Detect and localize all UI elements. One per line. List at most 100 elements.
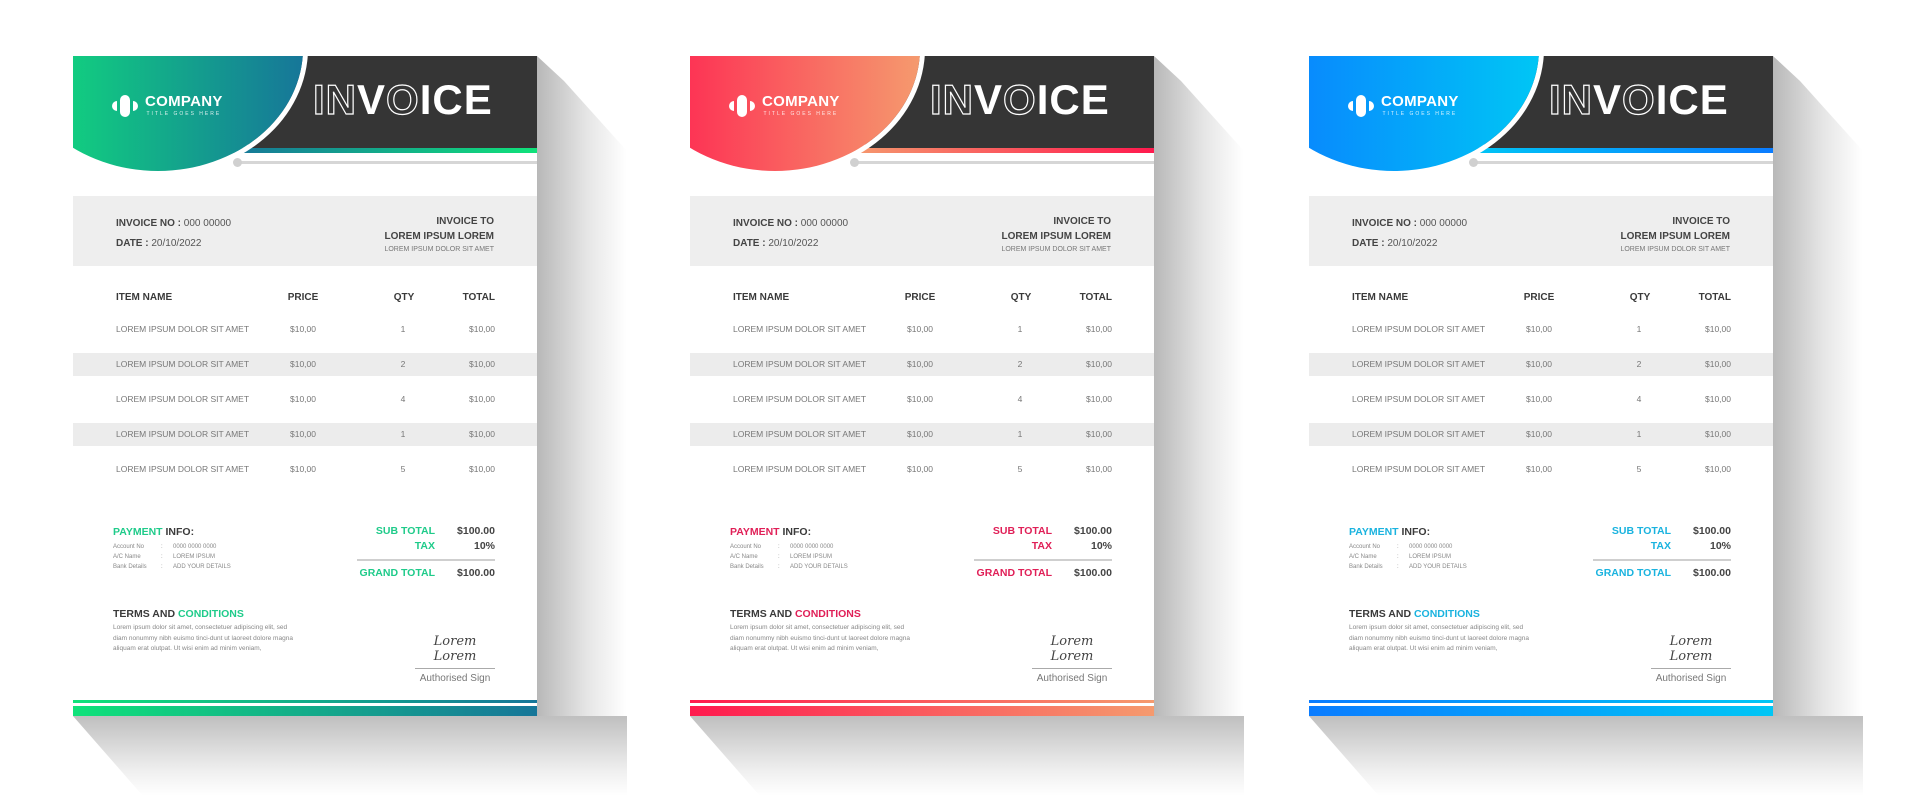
company-name: COMPANY	[1381, 93, 1459, 110]
table-row: LOREM IPSUM DOLOR SIT AMET $10,00 5 $10,00	[73, 458, 537, 481]
terms-title: TERMS AND CONDITIONS	[730, 608, 861, 620]
table-row: LOREM IPSUM DOLOR SIT AMET $10,00 1 $10,00	[690, 423, 1154, 446]
table-row: LOREM IPSUM DOLOR SIT AMET $10,00 2 $10,00	[1309, 353, 1773, 376]
sheet-shadow-right	[1773, 56, 1863, 716]
price-cell: $10,00	[907, 324, 933, 334]
totals-divider	[974, 559, 1112, 561]
items-table-body: LOREM IPSUM DOLOR SIT AMET $10,00 1 $10,00 L…	[690, 318, 1154, 493]
price-cell: $10,00	[1526, 359, 1552, 369]
signature-label: Authorised Sign	[1655, 673, 1727, 684]
table-row: LOREM IPSUM DOLOR SIT AMET $10,00 5 $10,00	[1309, 458, 1773, 481]
invoice-number: INVOICE NO : 000 00000	[1352, 218, 1468, 229]
invoice-sheet-red: COMPANY TITLE GOES HERE INVOICE INVOICE …	[690, 56, 1244, 796]
invoice-number: INVOICE NO : 000 00000	[733, 218, 849, 229]
total-cell: $10,00	[1705, 394, 1731, 404]
total-cell: $10,00	[1705, 359, 1731, 369]
tax-row: TAX 10%	[1031, 540, 1112, 552]
qty-cell: 2	[400, 359, 406, 369]
total-cell: $10,00	[469, 359, 495, 369]
invoice-to-label: INVOICE TO	[1672, 216, 1730, 227]
price-cell: $10,00	[907, 464, 933, 474]
title-outline-part: IN	[1548, 76, 1593, 123]
invoice-to-address: LOREM IPSUM DOLOR SIT AMET	[384, 246, 494, 253]
items-table-header: ITEM NAME PRICE QTY TOTAL	[1309, 288, 1773, 308]
payment-info-title: PAYMENT INFO:	[730, 526, 812, 538]
invoice-info-band: INVOICE NO : 000 00000 DATE : 20/10/2022…	[1309, 196, 1773, 266]
col-qty: QTY	[393, 292, 415, 303]
payment-line: A/C Name: LOREM IPSUM	[730, 554, 833, 560]
total-cell: $10,00	[1705, 429, 1731, 439]
title-solid-rest: ICE	[419, 76, 493, 123]
signature-block: Lorem Lorem Authorised Sign	[1651, 634, 1731, 684]
item-name-cell: LOREM IPSUM DOLOR SIT AMET	[1352, 324, 1486, 334]
price-cell: $10,00	[1526, 324, 1552, 334]
signature-label: Authorised Sign	[419, 673, 491, 684]
invoice-sheet-green: COMPANY TITLE GOES HERE INVOICE INVOICE …	[73, 56, 627, 796]
item-name-cell: LOREM IPSUM DOLOR SIT AMET	[1352, 464, 1486, 474]
subtotal-row: SUB TOTAL $100.00	[1611, 525, 1731, 537]
price-cell: $10,00	[290, 359, 316, 369]
price-cell: $10,00	[290, 464, 316, 474]
total-cell: $10,00	[469, 324, 495, 334]
price-cell: $10,00	[907, 394, 933, 404]
total-cell: $10,00	[1705, 324, 1731, 334]
table-row: LOREM IPSUM DOLOR SIT AMET $10,00 4 $10,00	[690, 388, 1154, 411]
table-row: LOREM IPSUM DOLOR SIT AMET $10,00 2 $10,00	[690, 353, 1154, 376]
title-solid-rest: ICE	[1036, 76, 1110, 123]
payment-line: Account No:0000 0000 0000	[730, 544, 834, 550]
terms-title: TERMS AND CONDITIONS	[1349, 608, 1480, 620]
subtotal-row: SUB TOTAL $100.00	[375, 525, 495, 537]
total-cell: $10,00	[1086, 429, 1112, 439]
table-row: LOREM IPSUM DOLOR SIT AMET $10,00 4 $10,00	[1309, 388, 1773, 411]
invoice-sheet-blue: COMPANY TITLE GOES HERE INVOICE INVOICE …	[1309, 56, 1863, 796]
payment-info: PAYMENT INFO: Account No:0000 0000 0000 A…	[730, 526, 848, 572]
payment-line: Account No:0000 0000 0000	[1349, 544, 1453, 550]
invoice-to-label: INVOICE TO	[436, 216, 494, 227]
title-outline-o: O	[385, 76, 420, 123]
qty-cell: 5	[1636, 464, 1642, 474]
col-qty: QTY	[1010, 292, 1032, 303]
item-name-cell: LOREM IPSUM DOLOR SIT AMET	[116, 359, 250, 369]
invoice-to-name: LOREM IPSUM LOREM	[1001, 231, 1111, 242]
table-row: LOREM IPSUM DOLOR SIT AMET $10,00 1 $10,00	[690, 318, 1154, 341]
sheet-shadow-bottom	[1309, 716, 1863, 796]
qty-cell: 4	[400, 394, 406, 404]
total-cell: $10,00	[469, 394, 495, 404]
invoice-title: INVOICE	[312, 76, 493, 123]
invoice-info-band: INVOICE NO : 000 00000 DATE : 20/10/2022…	[690, 196, 1154, 266]
item-name-cell: LOREM IPSUM DOLOR SIT AMET	[116, 464, 250, 474]
col-total: TOTAL	[462, 292, 495, 303]
payment-line: Bank Details: ADD YOUR DETAILS	[113, 564, 231, 570]
sheet-shadow-right	[537, 56, 627, 716]
payment-line: Bank Details: ADD YOUR DETAILS	[1349, 564, 1467, 570]
col-item-name: ITEM NAME	[116, 292, 173, 303]
price-cell: $10,00	[290, 429, 316, 439]
terms-and-conditions: TERMS AND CONDITIONS Lorem ipsum dolor s…	[113, 608, 303, 655]
qty-cell: 1	[400, 324, 406, 334]
grand-total-row: GRAND TOTAL $100.00	[976, 567, 1112, 579]
col-qty: QTY	[1629, 292, 1651, 303]
invoice-date: DATE : 20/10/2022	[733, 238, 819, 249]
title-solid-part: V	[974, 76, 1004, 123]
tax-row: TAX 10%	[1650, 540, 1731, 552]
footer-thick-stripe	[1309, 706, 1773, 716]
item-name-cell: LOREM IPSUM DOLOR SIT AMET	[116, 394, 250, 404]
total-cell: $10,00	[1086, 394, 1112, 404]
table-row: LOREM IPSUM DOLOR SIT AMET $10,00 4 $10,00	[73, 388, 537, 411]
terms-text: Lorem ipsum dolor sit amet, consectetuer…	[1349, 624, 1529, 652]
qty-cell: 1	[1636, 429, 1642, 439]
signature-script: Lorem Lorem	[1651, 634, 1731, 669]
terms-and-conditions: TERMS AND CONDITIONS Lorem ipsum dolor s…	[730, 608, 920, 655]
invoice-date: DATE : 20/10/2022	[1352, 238, 1438, 249]
item-name-cell: LOREM IPSUM DOLOR SIT AMET	[733, 464, 867, 474]
footer-thin-stripe	[690, 700, 1154, 703]
payment-info-title: PAYMENT INFO:	[1349, 526, 1431, 538]
item-name-cell: LOREM IPSUM DOLOR SIT AMET	[733, 394, 867, 404]
invoice-date: DATE : 20/10/2022	[116, 238, 202, 249]
grand-total-row: GRAND TOTAL $100.00	[359, 567, 495, 579]
qty-cell: 4	[1636, 394, 1642, 404]
total-cell: $10,00	[469, 429, 495, 439]
table-row: LOREM IPSUM DOLOR SIT AMET $10,00 1 $10,00	[1309, 318, 1773, 341]
payment-line: Bank Details: ADD YOUR DETAILS	[730, 564, 848, 570]
title-outline-part: IN	[929, 76, 974, 123]
